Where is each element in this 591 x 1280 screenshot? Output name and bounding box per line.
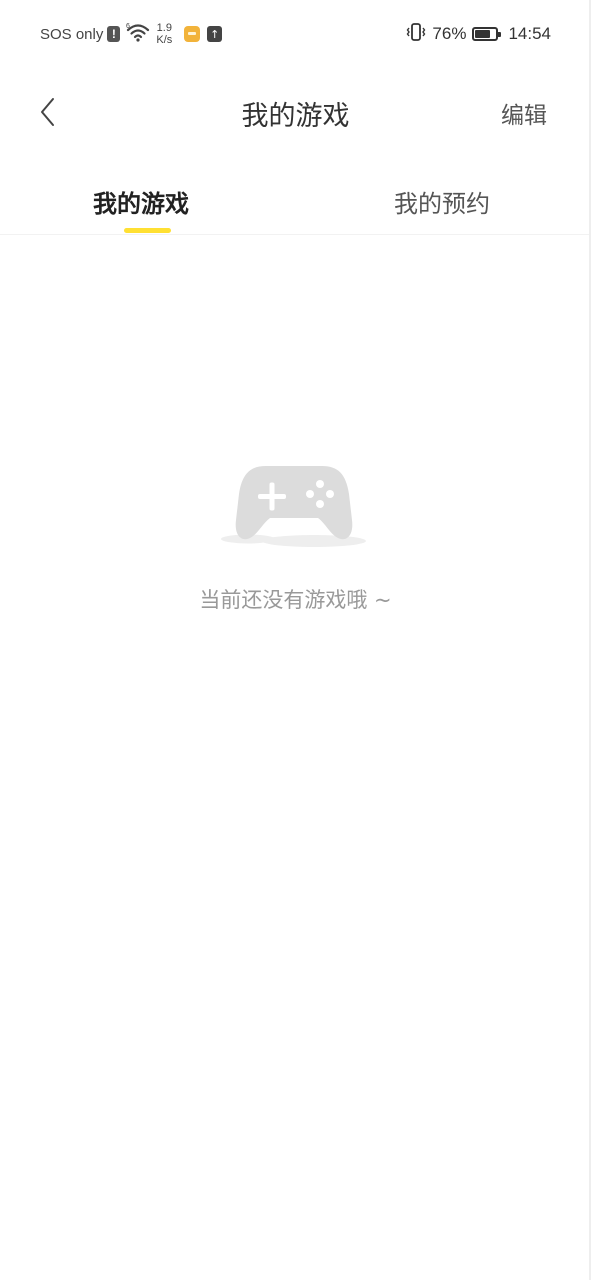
active-tab-indicator (124, 228, 171, 233)
vibrate-icon (406, 22, 426, 46)
edit-button[interactable]: 编辑 (501, 96, 547, 130)
status-bar: SOS only ! 6 1.9 K/s ↑ 76% 14:54 (0, 0, 591, 66)
wifi-icon: 6 (126, 22, 150, 46)
tab-my-reservations[interactable]: 我的预约 (394, 184, 490, 219)
upload-icon: ↑ (207, 26, 223, 42)
battery-icon (472, 27, 502, 41)
battery-level (475, 30, 491, 38)
svg-text:6: 6 (126, 23, 130, 30)
title-bar: 我的游戏 编辑 (0, 72, 591, 150)
status-bar-left: SOS only ! 6 1.9 K/s ↑ (40, 22, 223, 46)
status-bar-right: 76% 14:54 (406, 22, 551, 46)
carrier-label: SOS only (40, 25, 104, 43)
network-speed: 1.9 K/s (156, 22, 172, 46)
tab-bar: 我的游戏 我的预约 (0, 170, 591, 235)
gamepad-icon (221, 466, 366, 547)
battery-percent: 76% (432, 24, 467, 43)
empty-message: 当前还没有游戏哦 ~ (199, 588, 392, 612)
empty-state: 当前还没有游戏哦 ~ (0, 460, 591, 630)
clock: 14:54 (508, 24, 551, 43)
tab-my-games[interactable]: 我的游戏 (93, 184, 189, 219)
app-notification-icon (184, 26, 201, 42)
alert-icon: ! (107, 26, 121, 42)
network-speed-value: 1.9 (156, 22, 172, 34)
network-speed-unit: K/s (156, 34, 173, 46)
